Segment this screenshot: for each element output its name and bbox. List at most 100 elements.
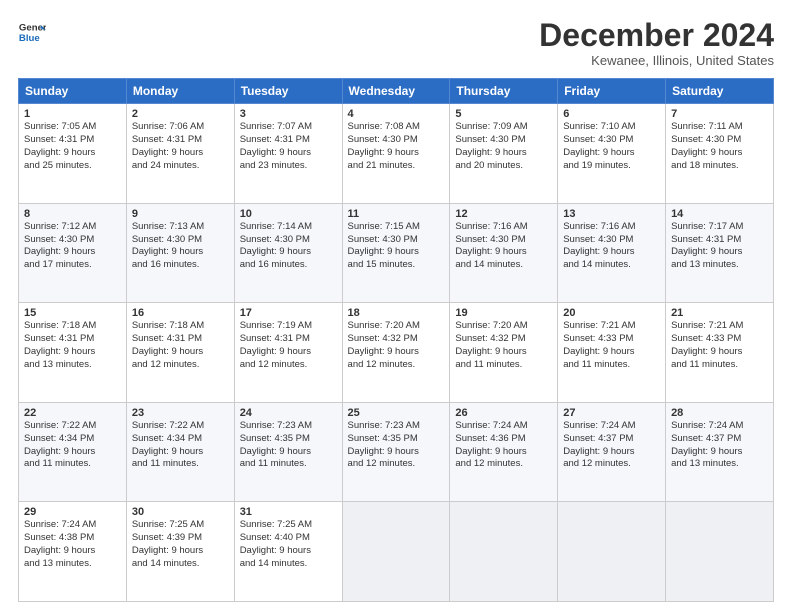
day-info-line: Daylight: 9 hours bbox=[240, 545, 337, 558]
day-info-line: Daylight: 9 hours bbox=[671, 446, 768, 459]
day-info-line: Sunrise: 7:24 AM bbox=[563, 420, 660, 433]
calendar-cell: 28Sunrise: 7:24 AMSunset: 4:37 PMDayligh… bbox=[666, 402, 774, 502]
calendar-cell: 15Sunrise: 7:18 AMSunset: 4:31 PMDayligh… bbox=[19, 303, 127, 403]
calendar-cell bbox=[450, 502, 558, 602]
day-info-line: Sunset: 4:38 PM bbox=[24, 532, 121, 545]
day-number: 31 bbox=[240, 506, 337, 518]
day-info-line: Daylight: 9 hours bbox=[455, 346, 552, 359]
day-info-line: and 15 minutes. bbox=[348, 259, 445, 272]
calendar-cell: 24Sunrise: 7:23 AMSunset: 4:35 PMDayligh… bbox=[234, 402, 342, 502]
day-info-line: Sunrise: 7:07 AM bbox=[240, 121, 337, 134]
day-info-line: and 16 minutes. bbox=[240, 259, 337, 272]
weekday-header-wednesday: Wednesday bbox=[342, 79, 450, 104]
day-info-line: Sunset: 4:36 PM bbox=[455, 433, 552, 446]
calendar-cell: 4Sunrise: 7:08 AMSunset: 4:30 PMDaylight… bbox=[342, 104, 450, 204]
calendar-cell: 7Sunrise: 7:11 AMSunset: 4:30 PMDaylight… bbox=[666, 104, 774, 204]
day-info-line: Sunrise: 7:17 AM bbox=[671, 221, 768, 234]
day-info-line: Sunrise: 7:14 AM bbox=[240, 221, 337, 234]
day-info-line: and 18 minutes. bbox=[671, 160, 768, 173]
day-info-line: Sunset: 4:30 PM bbox=[24, 234, 121, 247]
day-info-line: Daylight: 9 hours bbox=[455, 446, 552, 459]
day-info-line: Sunrise: 7:24 AM bbox=[455, 420, 552, 433]
calendar-cell: 17Sunrise: 7:19 AMSunset: 4:31 PMDayligh… bbox=[234, 303, 342, 403]
day-info-line: Sunset: 4:37 PM bbox=[671, 433, 768, 446]
day-number: 9 bbox=[132, 208, 229, 220]
day-info-line: and 11 minutes. bbox=[563, 359, 660, 372]
day-info-line: and 11 minutes. bbox=[671, 359, 768, 372]
day-info-line: Daylight: 9 hours bbox=[240, 346, 337, 359]
day-info-line: Sunrise: 7:16 AM bbox=[563, 221, 660, 234]
day-info-line: Sunrise: 7:20 AM bbox=[455, 320, 552, 333]
day-number: 20 bbox=[563, 307, 660, 319]
day-info-line: Daylight: 9 hours bbox=[563, 246, 660, 259]
day-info-line: and 12 minutes. bbox=[563, 458, 660, 471]
day-info-line: Sunrise: 7:19 AM bbox=[240, 320, 337, 333]
calendar-cell: 18Sunrise: 7:20 AMSunset: 4:32 PMDayligh… bbox=[342, 303, 450, 403]
day-info-line: Sunset: 4:39 PM bbox=[132, 532, 229, 545]
calendar-cell: 23Sunrise: 7:22 AMSunset: 4:34 PMDayligh… bbox=[126, 402, 234, 502]
day-info-line: Sunrise: 7:22 AM bbox=[24, 420, 121, 433]
day-info-line: Sunset: 4:30 PM bbox=[348, 234, 445, 247]
day-number: 8 bbox=[24, 208, 121, 220]
calendar-cell: 14Sunrise: 7:17 AMSunset: 4:31 PMDayligh… bbox=[666, 203, 774, 303]
day-info-line: Daylight: 9 hours bbox=[563, 446, 660, 459]
day-info-line: Daylight: 9 hours bbox=[24, 246, 121, 259]
day-number: 15 bbox=[24, 307, 121, 319]
day-info-line: Daylight: 9 hours bbox=[348, 346, 445, 359]
day-info-line: and 17 minutes. bbox=[24, 259, 121, 272]
day-info-line: Sunrise: 7:10 AM bbox=[563, 121, 660, 134]
day-info-line: Sunset: 4:32 PM bbox=[348, 333, 445, 346]
day-info-line: Sunset: 4:30 PM bbox=[348, 134, 445, 147]
day-number: 28 bbox=[671, 407, 768, 419]
day-number: 16 bbox=[132, 307, 229, 319]
calendar-cell: 10Sunrise: 7:14 AMSunset: 4:30 PMDayligh… bbox=[234, 203, 342, 303]
day-info-line: Sunrise: 7:12 AM bbox=[24, 221, 121, 234]
day-info-line: Daylight: 9 hours bbox=[132, 446, 229, 459]
day-info-line: Sunrise: 7:08 AM bbox=[348, 121, 445, 134]
calendar-cell bbox=[558, 502, 666, 602]
day-info-line: and 25 minutes. bbox=[24, 160, 121, 173]
day-info-line: Sunrise: 7:25 AM bbox=[240, 519, 337, 532]
day-number: 18 bbox=[348, 307, 445, 319]
day-info-line: Sunrise: 7:21 AM bbox=[671, 320, 768, 333]
calendar-cell bbox=[342, 502, 450, 602]
calendar-cell: 19Sunrise: 7:20 AMSunset: 4:32 PMDayligh… bbox=[450, 303, 558, 403]
day-number: 14 bbox=[671, 208, 768, 220]
day-number: 21 bbox=[671, 307, 768, 319]
title-block: December 2024 Kewanee, Illinois, United … bbox=[539, 18, 774, 68]
day-info-line: Sunset: 4:30 PM bbox=[671, 134, 768, 147]
day-info-line: Sunset: 4:30 PM bbox=[132, 234, 229, 247]
day-info-line: Sunset: 4:35 PM bbox=[240, 433, 337, 446]
day-info-line: Daylight: 9 hours bbox=[132, 147, 229, 160]
day-number: 1 bbox=[24, 108, 121, 120]
day-number: 11 bbox=[348, 208, 445, 220]
day-number: 24 bbox=[240, 407, 337, 419]
day-number: 27 bbox=[563, 407, 660, 419]
day-info-line: Sunset: 4:31 PM bbox=[671, 234, 768, 247]
day-info-line: Sunrise: 7:25 AM bbox=[132, 519, 229, 532]
day-number: 19 bbox=[455, 307, 552, 319]
day-info-line: Daylight: 9 hours bbox=[563, 147, 660, 160]
day-info-line: and 14 minutes. bbox=[132, 558, 229, 571]
day-info-line: and 12 minutes. bbox=[455, 458, 552, 471]
day-info-line: Sunset: 4:37 PM bbox=[563, 433, 660, 446]
day-info-line: and 11 minutes. bbox=[24, 458, 121, 471]
day-info-line: and 21 minutes. bbox=[348, 160, 445, 173]
day-info-line: and 13 minutes. bbox=[671, 259, 768, 272]
calendar-cell: 31Sunrise: 7:25 AMSunset: 4:40 PMDayligh… bbox=[234, 502, 342, 602]
day-info-line: and 20 minutes. bbox=[455, 160, 552, 173]
day-number: 3 bbox=[240, 108, 337, 120]
day-info-line: and 14 minutes. bbox=[240, 558, 337, 571]
day-info-line: Daylight: 9 hours bbox=[348, 446, 445, 459]
calendar-cell: 12Sunrise: 7:16 AMSunset: 4:30 PMDayligh… bbox=[450, 203, 558, 303]
day-info-line: and 13 minutes. bbox=[24, 359, 121, 372]
day-info-line: Daylight: 9 hours bbox=[563, 346, 660, 359]
header: General Blue December 2024 Kewanee, Illi… bbox=[18, 18, 774, 68]
weekday-header-monday: Monday bbox=[126, 79, 234, 104]
day-info-line: and 12 minutes. bbox=[240, 359, 337, 372]
day-info-line: Sunrise: 7:09 AM bbox=[455, 121, 552, 134]
calendar-cell: 1Sunrise: 7:05 AMSunset: 4:31 PMDaylight… bbox=[19, 104, 127, 204]
day-info-line: Sunset: 4:30 PM bbox=[455, 134, 552, 147]
calendar-page: General Blue December 2024 Kewanee, Illi… bbox=[0, 0, 792, 612]
day-info-line: Daylight: 9 hours bbox=[240, 147, 337, 160]
